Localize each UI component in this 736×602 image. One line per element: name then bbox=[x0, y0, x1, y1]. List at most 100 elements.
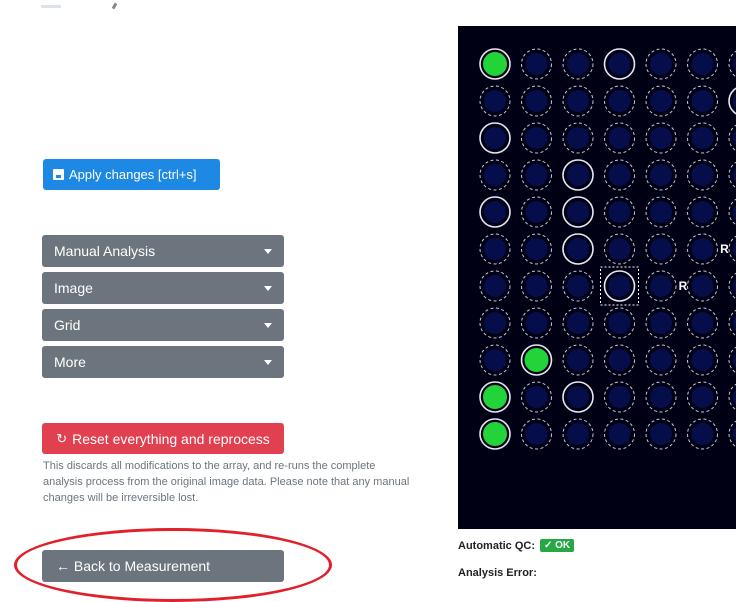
array-spot[interactable] bbox=[728, 197, 736, 227]
more-label: More bbox=[54, 354, 86, 370]
array-spot[interactable]: R bbox=[687, 233, 730, 265]
reset-description: This discards all modifications to the a… bbox=[43, 460, 410, 504]
qc-label: Automatic QC: bbox=[458, 539, 535, 552]
array-spot[interactable] bbox=[521, 85, 552, 117]
array-spot[interactable] bbox=[728, 160, 736, 190]
array-spot[interactable] bbox=[728, 234, 736, 264]
array-spot[interactable] bbox=[687, 307, 718, 339]
array-spot[interactable] bbox=[728, 123, 736, 153]
array-spot[interactable] bbox=[687, 344, 718, 376]
apply-changes-button[interactable]: Apply changes [ctrl+s] bbox=[43, 159, 220, 190]
image-label: Image bbox=[54, 280, 93, 296]
array-spot[interactable] bbox=[728, 86, 736, 116]
spot-array-canvas[interactable]: RR bbox=[458, 26, 736, 529]
array-spot[interactable] bbox=[687, 418, 718, 450]
array-spot[interactable] bbox=[562, 418, 594, 450]
manual-analysis-dropdown[interactable]: Manual Analysis bbox=[42, 235, 284, 267]
caret-down-icon bbox=[264, 360, 272, 365]
qc-status-badge: ✓ OK bbox=[540, 539, 575, 552]
array-spot[interactable] bbox=[521, 307, 552, 339]
array-spot[interactable] bbox=[728, 49, 736, 79]
array-spot[interactable] bbox=[645, 233, 677, 265]
array-spot[interactable] bbox=[645, 122, 677, 154]
array-spot[interactable] bbox=[687, 122, 718, 154]
grid-dropdown[interactable]: Grid bbox=[42, 309, 284, 341]
array-spot[interactable] bbox=[604, 159, 635, 191]
array-spot[interactable] bbox=[645, 381, 677, 413]
analysis-error-label: Analysis Error: bbox=[458, 567, 537, 579]
array-spot[interactable] bbox=[479, 48, 511, 80]
array-spot[interactable] bbox=[521, 418, 552, 450]
array-spot[interactable] bbox=[645, 48, 677, 80]
array-spot[interactable] bbox=[562, 85, 594, 117]
array-spot[interactable] bbox=[521, 196, 552, 228]
more-dropdown[interactable]: More bbox=[42, 346, 284, 378]
array-spot[interactable] bbox=[687, 85, 718, 117]
array-spot[interactable] bbox=[562, 122, 594, 154]
apply-changes-label: Apply changes [ctrl+s] bbox=[69, 167, 197, 182]
array-spot[interactable] bbox=[687, 196, 718, 228]
array-spot[interactable] bbox=[562, 270, 594, 302]
array-spot[interactable] bbox=[728, 345, 736, 375]
array-spot[interactable] bbox=[645, 85, 677, 117]
array-spot[interactable] bbox=[521, 270, 552, 302]
collapsed-header-fragment bbox=[41, 5, 61, 8]
array-spot[interactable] bbox=[604, 233, 635, 265]
array-spot[interactable] bbox=[645, 418, 677, 450]
array-spot[interactable] bbox=[479, 159, 511, 191]
caret-down-icon bbox=[264, 249, 272, 254]
array-spot[interactable] bbox=[479, 381, 511, 413]
save-icon bbox=[53, 169, 64, 180]
array-spot[interactable] bbox=[562, 381, 594, 413]
array-spot[interactable] bbox=[479, 270, 511, 302]
array-spot[interactable] bbox=[562, 307, 594, 339]
image-dropdown[interactable]: Image bbox=[42, 272, 284, 304]
array-spot[interactable] bbox=[479, 418, 511, 450]
array-spot[interactable] bbox=[520, 344, 553, 376]
array-spot[interactable] bbox=[479, 122, 511, 154]
array-spot[interactable] bbox=[728, 419, 736, 449]
array-spot[interactable] bbox=[645, 159, 677, 191]
array-spot[interactable] bbox=[687, 48, 718, 80]
array-spot[interactable] bbox=[562, 344, 594, 376]
array-spot[interactable] bbox=[604, 307, 635, 339]
reset-reprocess-button[interactable]: ↻ Reset everything and reprocess bbox=[42, 423, 284, 454]
array-spot[interactable] bbox=[479, 85, 511, 117]
back-to-measurement-button[interactable]: ← Back to Measurement bbox=[42, 550, 284, 582]
array-spot[interactable] bbox=[562, 159, 594, 191]
header-fragment-mark bbox=[111, 2, 118, 10]
array-spot[interactable] bbox=[687, 159, 718, 191]
array-spot[interactable] bbox=[604, 344, 635, 376]
array-spot[interactable] bbox=[604, 122, 635, 154]
array-spot[interactable] bbox=[604, 85, 635, 117]
manual-analysis-label: Manual Analysis bbox=[54, 243, 156, 259]
array-spot[interactable] bbox=[728, 308, 736, 338]
reset-label: Reset everything and reprocess bbox=[72, 430, 270, 447]
array-spot[interactable] bbox=[562, 233, 594, 265]
array-spot[interactable] bbox=[687, 381, 718, 413]
array-spot[interactable] bbox=[728, 271, 736, 301]
array-spot[interactable] bbox=[562, 196, 594, 228]
array-spot[interactable] bbox=[604, 418, 635, 450]
array-spot[interactable] bbox=[603, 48, 636, 80]
array-spot[interactable] bbox=[687, 270, 718, 302]
array-spot[interactable] bbox=[562, 48, 594, 80]
array-image-panel[interactable]: RR bbox=[458, 26, 736, 529]
array-spot[interactable] bbox=[521, 48, 552, 80]
array-spot[interactable] bbox=[521, 122, 552, 154]
array-spot[interactable] bbox=[645, 196, 677, 228]
array-spot[interactable] bbox=[645, 344, 677, 376]
array-spot[interactable] bbox=[728, 382, 736, 412]
array-spot[interactable] bbox=[604, 381, 635, 413]
array-spot[interactable] bbox=[479, 307, 511, 339]
array-spot[interactable] bbox=[645, 307, 677, 339]
array-spot[interactable] bbox=[479, 344, 511, 376]
array-spot[interactable] bbox=[521, 233, 552, 265]
array-spot[interactable] bbox=[521, 381, 552, 413]
array-spot[interactable] bbox=[479, 196, 511, 228]
array-spot[interactable] bbox=[521, 159, 552, 191]
array-spot[interactable]: R bbox=[645, 270, 688, 302]
array-spot[interactable] bbox=[604, 196, 635, 228]
array-spot[interactable] bbox=[600, 266, 639, 306]
array-spot[interactable] bbox=[479, 233, 511, 265]
